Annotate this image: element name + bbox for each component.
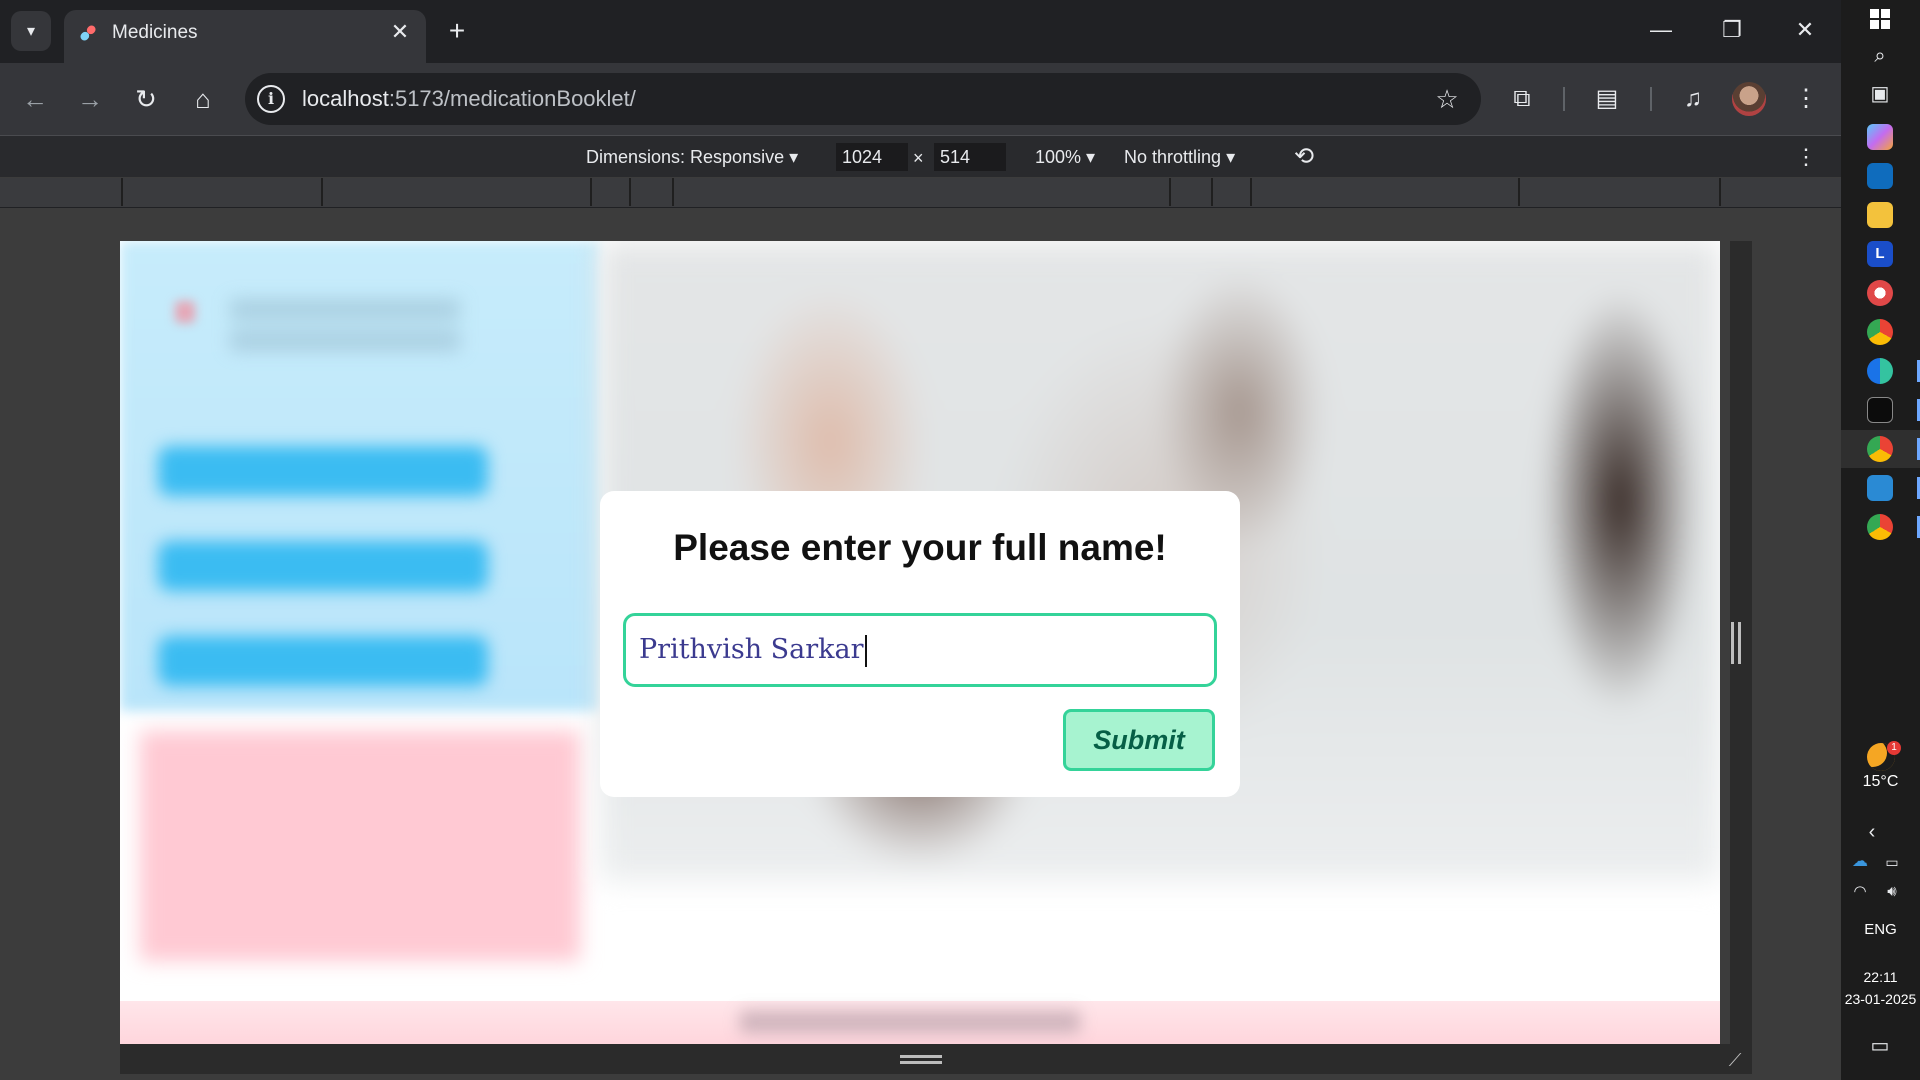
mq-tick xyxy=(321,178,323,206)
pill-icon xyxy=(80,25,96,41)
sidebar-button-1[interactable] xyxy=(158,446,488,496)
outlook-icon[interactable] xyxy=(1867,163,1893,189)
vscode-icon[interactable] xyxy=(1867,475,1893,501)
weather-badge: 1 xyxy=(1887,741,1901,755)
reading-list-icon[interactable]: ▤ xyxy=(1588,80,1626,118)
windows-start-icon[interactable] xyxy=(1870,9,1890,29)
tab-strip: ▾ Medicines ✕ + — ❐ ✕ xyxy=(0,0,1841,63)
full-name-input[interactable]: Prithvish Sarkar xyxy=(623,613,1217,687)
device-toolbar: Dimensions: Responsive ▾ 1024 × 514 100%… xyxy=(0,135,1841,177)
media-control-icon[interactable]: ♫ xyxy=(1674,80,1712,118)
mq-tick xyxy=(1518,178,1520,206)
height-input[interactable]: 514 xyxy=(934,143,1006,171)
device-more-icon[interactable]: ⋮ xyxy=(1795,141,1817,173)
forward-icon[interactable]: → xyxy=(70,79,110,119)
browser-tab[interactable]: Medicines ✕ xyxy=(64,10,426,63)
mq-tick xyxy=(121,178,123,206)
mq-tick xyxy=(1719,178,1721,206)
reload-icon[interactable]: ↻ xyxy=(126,79,166,119)
restore-icon[interactable]: ❐ xyxy=(1707,10,1757,50)
modal-title: Please enter your full name! xyxy=(673,527,1167,568)
file-explorer-icon[interactable] xyxy=(1867,202,1893,228)
clock-date[interactable]: 23-01-2025 xyxy=(1841,991,1920,1007)
corner-resize-icon[interactable]: ⟋ xyxy=(1725,1050,1745,1070)
text-caret xyxy=(864,634,867,667)
mq-tick xyxy=(1211,178,1213,206)
name-modal: Please enter your full name! Prithvish S… xyxy=(600,491,1240,797)
logo-icon xyxy=(175,301,195,323)
url-host: localhost xyxy=(302,86,389,111)
browser-window: ▾ Medicines ✕ + — ❐ ✕ ← → ↻ ⌂ i localhos… xyxy=(0,0,1841,1080)
right-resize-grip-icon[interactable] xyxy=(1731,622,1741,664)
full-name-value: Prithvish Sarkar xyxy=(639,634,864,665)
submit-button[interactable]: Submit xyxy=(1063,709,1215,771)
home-icon[interactable]: ⌂ xyxy=(183,79,223,119)
onedrive-icon[interactable]: ☁ xyxy=(1847,846,1873,878)
minimize-icon[interactable]: — xyxy=(1636,10,1686,50)
dimensions-dropdown[interactable]: Dimensions: Responsive ▾ xyxy=(586,147,798,168)
chevron-left-icon[interactable]: ‹ xyxy=(1856,816,1888,848)
close-tab-icon[interactable]: ✕ xyxy=(386,18,414,46)
chrome-profile-icon[interactable] xyxy=(1867,514,1893,540)
toolbar-divider xyxy=(1650,87,1652,111)
dimension-separator: × xyxy=(913,148,924,168)
sidebar-pink-panel xyxy=(140,731,580,961)
edge-icon[interactable] xyxy=(1867,358,1893,384)
back-icon[interactable]: ← xyxy=(15,79,55,119)
mq-tick xyxy=(672,178,674,206)
media-query-bar xyxy=(0,178,1841,208)
bookmark-star-icon[interactable]: ☆ xyxy=(1431,83,1463,115)
copilot-icon[interactable] xyxy=(1867,124,1893,150)
zoom-label: 100% xyxy=(1035,147,1082,167)
rotate-icon[interactable]: ⟲ xyxy=(1288,141,1320,173)
windows-taskbar: ⌕ ▣ L 1 15°C ‹ ☁ ▭ ◠ 🔊︎ ENG 22:11 23-01-… xyxy=(1841,0,1920,1080)
site-info-icon[interactable]: i xyxy=(257,85,285,113)
throttling-dropdown[interactable]: No throttling ▾ xyxy=(1124,147,1235,168)
app-l-icon[interactable]: L xyxy=(1867,241,1893,267)
task-view-icon[interactable]: ▣ xyxy=(1864,78,1896,110)
emulated-page: Please enter your full name! Prithvish S… xyxy=(120,241,1720,1044)
wifi-icon[interactable]: ◠ xyxy=(1847,876,1873,908)
footer-text-blurred xyxy=(740,1011,1080,1033)
chrome-icon[interactable] xyxy=(1867,319,1893,345)
zoom-dropdown[interactable]: 100% ▾ xyxy=(1035,147,1095,168)
tab-search-icon[interactable]: ▾ xyxy=(11,11,51,51)
mq-tick xyxy=(1169,178,1171,206)
sidebar-button-3[interactable] xyxy=(158,636,488,686)
toolbar-divider xyxy=(1563,87,1565,111)
bottom-resize-grip-icon[interactable] xyxy=(900,1055,942,1064)
notifications-icon[interactable]: ▭ xyxy=(1864,1030,1896,1062)
blurred-logo-text xyxy=(230,299,460,351)
terminal-icon[interactable] xyxy=(1867,397,1893,423)
tab-title: Medicines xyxy=(112,22,198,43)
weather-temp: 15°C xyxy=(1862,773,1899,790)
dimensions-label: Dimensions: Responsive xyxy=(586,147,785,167)
url-path: :5173/medicationBooklet/ xyxy=(388,86,636,111)
extensions-icon[interactable]: ⧉ xyxy=(1503,80,1541,118)
throttling-label: No throttling xyxy=(1124,147,1222,167)
close-window-icon[interactable]: ✕ xyxy=(1780,10,1830,50)
sidebar-button-2[interactable] xyxy=(158,541,488,591)
search-icon[interactable]: ⌕ xyxy=(1864,40,1896,72)
clock-time[interactable]: 22:11 xyxy=(1841,969,1920,985)
battery-icon[interactable]: ▭ xyxy=(1879,846,1905,878)
mq-tick xyxy=(629,178,631,206)
new-tab-icon[interactable]: + xyxy=(440,14,474,48)
volume-icon[interactable]: 🔊︎ xyxy=(1879,876,1905,908)
mq-tick xyxy=(1250,178,1252,206)
profile-avatar[interactable] xyxy=(1732,82,1766,116)
mq-tick xyxy=(590,178,592,206)
width-input[interactable]: 1024 xyxy=(836,143,908,171)
chrome-active-icon[interactable] xyxy=(1867,436,1893,462)
url-text[interactable]: localhost:5173/medicationBooklet/ xyxy=(302,86,636,112)
language-indicator[interactable]: ENG xyxy=(1841,921,1920,938)
address-bar[interactable]: i localhost:5173/medicationBooklet/ ☆ xyxy=(245,73,1481,125)
more-menu-icon[interactable]: ⋮ xyxy=(1787,80,1825,118)
browser-toolbar: ← → ↻ ⌂ i localhost:5173/medicationBookl… xyxy=(0,63,1841,135)
game-app-icon[interactable] xyxy=(1867,280,1893,306)
